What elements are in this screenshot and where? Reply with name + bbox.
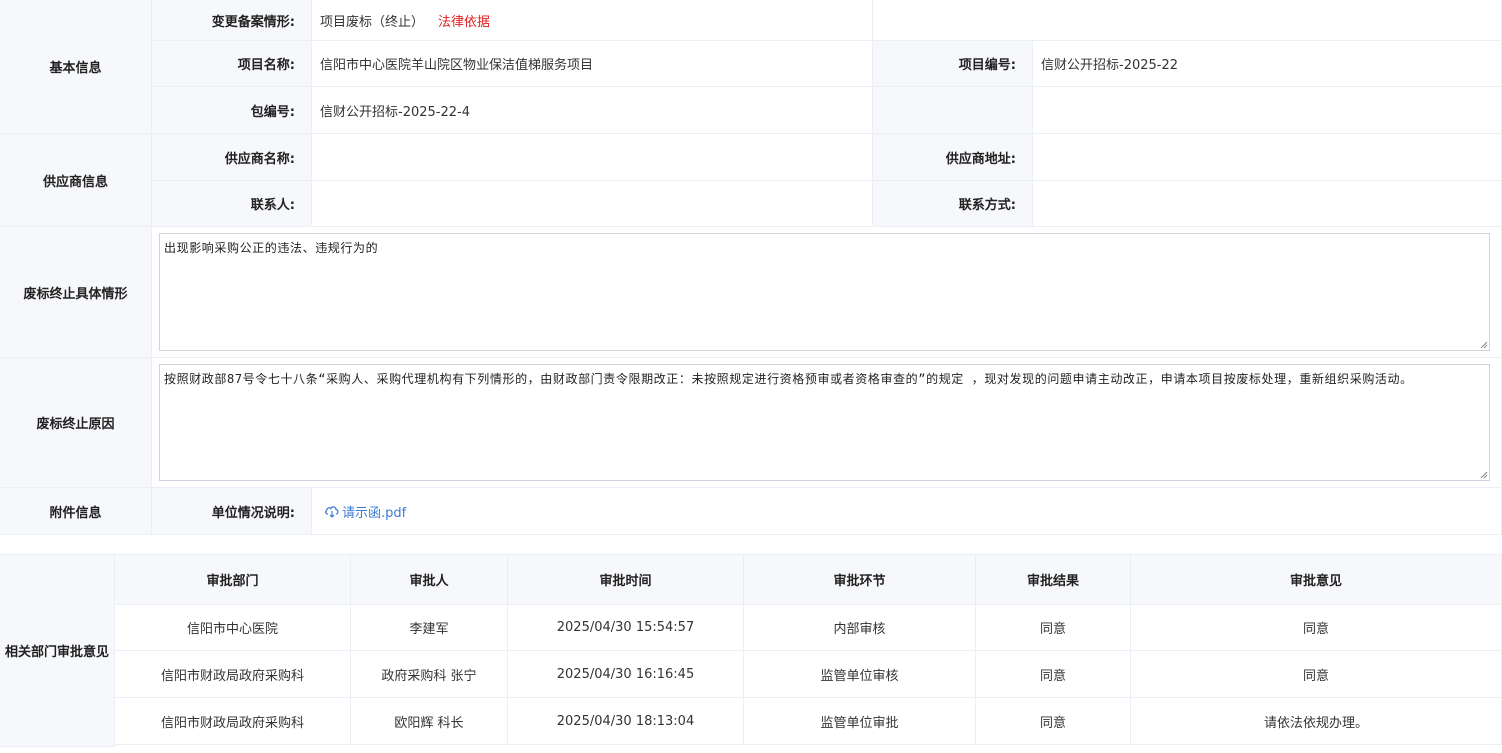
reason-textarea[interactable]: 按照财政部87号令七十八条“采购人、采购代理机构有下列情形的，由财政部门责令限期… [159,364,1490,481]
project-name-label: 项目名称: [152,41,312,87]
contact-label: 联系人: [152,181,312,227]
supplier-address-label-text: 供应商地址: [945,151,1016,167]
attachment-file-link[interactable]: 请示函.pdf [324,502,406,521]
change-type-label-text: 变更备案情形: [211,14,295,30]
legal-basis-link[interactable]: 法律依据 [438,11,490,30]
change-type-value-text: 项目废标（终止） [320,14,425,30]
approval-cell-stage: 监管单位审核 [744,651,976,698]
approval-header-opinion: 审批意见 [1131,554,1502,605]
approval-cell-opinion: 同意 [1131,605,1502,651]
reason-text: 按照财政部87号令七十八条“采购人、采购代理机构有下列情形的，由财政部门责令限期… [164,372,1413,386]
package-empty-value [1033,87,1502,134]
resize-grip-icon[interactable] [1478,469,1488,479]
approval-cell-opinion: 请依法依规办理。 [1131,698,1502,745]
supplier-section-label: 供应商信息 [0,134,152,227]
attachment-file-name: 请示函.pdf [342,505,407,521]
project-no-value-text: 信财公开招标-2025-22 [1041,58,1179,73]
approval-header-result: 审批结果 [976,554,1131,605]
cloud-download-icon [325,506,339,518]
approval-cell-approver: 政府采购科 张宁 [351,651,508,698]
contact-label-text: 联系人: [250,198,295,213]
approval-cell-stage: 监管单位审批 [744,698,976,745]
approval-cell-approver: 欧阳辉 科长 [351,698,508,745]
basic-info-section-label: 基本信息 [0,0,152,134]
supplier-address-label: 供应商地址: [873,134,1033,181]
phone-value [1033,181,1502,227]
project-name-value-text: 信阳市中心医院羊山院区物业保洁值梯服务项目 [320,58,594,73]
change-type-value: 项目废标（终止） 法律依据 [312,0,873,41]
change-type-label: 变更备案情形: [152,0,312,41]
change-type-empty [873,0,1502,41]
situation-text: 出现影响采购公正的违法、违规行为的 [164,241,379,255]
approval-header-stage: 审批环节 [744,554,976,605]
contact-value [312,181,873,227]
package-no-label: 包编号: [152,87,312,134]
approval-cell-time: 2025/04/30 18:13:04 [508,698,744,745]
resize-grip-icon[interactable] [1478,339,1488,349]
approval-cell-time: 2025/04/30 16:16:45 [508,651,744,698]
approval-section-label: 相关部门审批意见 [0,554,115,747]
phone-label-text: 联系方式: [958,198,1016,213]
approval-cell-result: 同意 [976,605,1131,651]
project-no-label-text: 项目编号: [958,58,1016,73]
package-no-label-text: 包编号: [250,104,295,120]
reason-section-text: 废标终止原因 [36,417,115,432]
situation-section-text: 废标终止具体情形 [23,286,128,302]
approval-cell-dept: 信阳市中心医院 [115,605,351,651]
approval-header-time: 审批时间 [508,554,744,605]
unit-desc-label-text: 单位情况说明: [211,505,295,521]
phone-label: 联系方式: [873,181,1033,227]
approval-cell-time: 2025/04/30 15:54:57 [508,605,744,651]
approval-section-text: 相关部门审批意见 [4,645,109,660]
supplier-name-label-text: 供应商名称: [224,151,295,167]
project-name-value: 信阳市中心医院羊山院区物业保洁值梯服务项目 [312,41,873,87]
approval-cell-dept: 信阳市财政局政府采购科 [115,651,351,698]
supplier-address-value [1033,134,1502,181]
attachment-value: 请示函.pdf [312,488,1502,535]
package-no-value-text: 信财公开招标-2025-22-4 [320,104,470,120]
project-no-value: 信财公开招标-2025-22 [1033,41,1502,87]
approval-cell-opinion: 同意 [1131,651,1502,698]
situation-textarea[interactable]: 出现影响采购公正的违法、违规行为的 [159,233,1490,351]
package-empty-label [873,87,1033,134]
project-no-label: 项目编号: [873,41,1033,87]
unit-desc-label: 单位情况说明: [152,488,312,535]
approval-header-approver: 审批人 [351,554,508,605]
approval-cell-stage: 内部审核 [744,605,976,651]
attachment-section-text: 附件信息 [49,505,102,521]
approval-cell-result: 同意 [976,651,1131,698]
supplier-name-value [312,134,873,181]
situation-section-label: 废标终止具体情形 [0,227,152,358]
supplier-name-label: 供应商名称: [152,134,312,181]
approval-cell-dept: 信阳市财政局政府采购科 [115,698,351,745]
attachment-section-label: 附件信息 [0,488,152,535]
approval-cell-approver: 李建军 [351,605,508,651]
basic-info-section-text: 基本信息 [49,61,102,76]
approval-cell-result: 同意 [976,698,1131,745]
approval-header-dept: 审批部门 [115,554,351,605]
supplier-section-text: 供应商信息 [42,174,108,190]
reason-section-label: 废标终止原因 [0,358,152,488]
project-name-label-text: 项目名称: [237,58,295,73]
package-no-value: 信财公开招标-2025-22-4 [312,87,873,134]
